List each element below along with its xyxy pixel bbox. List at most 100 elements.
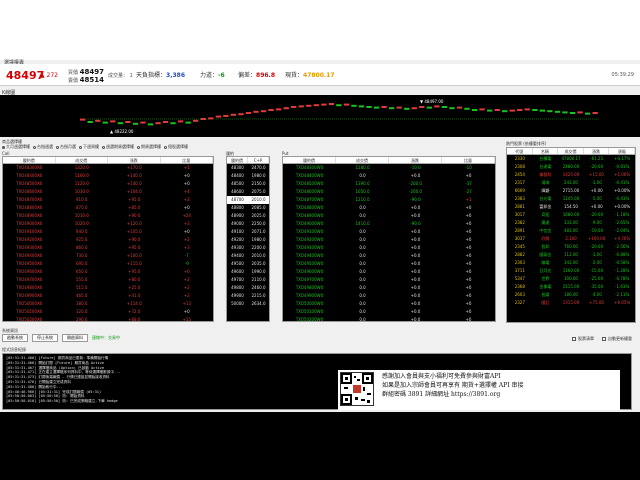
open-data-button[interactable]: 開啟資料: [62, 334, 88, 342]
table-row[interactable]: TXO48700W0 1210.0 -90.0 +1: [283, 196, 495, 204]
table-row[interactable]: 49700 2110.0: [227, 276, 269, 284]
table-row[interactable]: TXO49600W0 0.0 +0.0 +0: [283, 268, 495, 276]
filter-option-3[interactable]: 下週周權: [79, 143, 99, 151]
table-row[interactable]: TXO48600W0 1050.0 -200.0 -27: [283, 188, 495, 196]
table-row[interactable]: 49500 2035.0: [227, 260, 269, 268]
table-row[interactable]: 2382 廣達 331.00 -9.00 -2.65%: [507, 219, 635, 227]
table-row[interactable]: TXO49900X0 465.0 +41.0 +2: [3, 292, 213, 300]
table-row[interactable]: TXO50000W0 0.0 +0.0 +0: [283, 300, 495, 308]
table-row[interactable]: TXO48500X0 1120.0 +140.0 +0: [3, 180, 213, 188]
table-row[interactable]: TXO49300X0 860.0 +95.0 +3: [3, 244, 213, 252]
col-header[interactable]: 漲跌: [389, 157, 442, 163]
table-row[interactable]: 6669 緯穎 2715.00 +0.00 +0.00%: [507, 187, 635, 195]
table-row[interactable]: 48300 2470.0: [227, 164, 269, 172]
table-row[interactable]: 50000 2634.0: [227, 300, 269, 308]
table-row[interactable]: TXO48500W0 1390.0 -200.0 -37: [283, 180, 495, 188]
col-header[interactable]: 漲跌: [108, 157, 161, 163]
table-row[interactable]: TXO48800W0 0.0 +0.0 +0: [283, 204, 495, 212]
table-row[interactable]: TXO50200X0 290.0 +68.0 +15: [3, 316, 213, 321]
table-row[interactable]: TXO48900X0 1010.0 +90.0 +24: [3, 212, 213, 220]
stocks-table[interactable]: 代號 名稱 成交價 漲跌 漲幅 2330 台積電 47800.17 -61.25 +0.…: [506, 147, 636, 323]
table-row[interactable]: 49900 2215.0: [227, 292, 269, 300]
col-header[interactable]: 代號: [507, 148, 533, 154]
table-row[interactable]: TXO50100W0 0.0 +0.0 +0: [283, 308, 495, 316]
table-row[interactable]: 2368 金像電 2115.00 -35.00 -1.63%: [507, 283, 635, 291]
table-row[interactable]: TXO49300W0 0.0 +0.0 +0: [283, 244, 495, 252]
table-row[interactable]: 2303 聯電 342.00 -2.00 -0.58%: [507, 259, 635, 267]
table-row[interactable]: TXO49200W0 0.0 +0.0 +0: [283, 236, 495, 244]
col-header[interactable]: 成交價: [56, 157, 108, 163]
table-row[interactable]: TXO48300W0 1180.0 -10.0 -10: [283, 164, 495, 172]
table-row[interactable]: 48600 2075.0: [227, 188, 269, 196]
table-row[interactable]: TXO50100X0 320.0 +72.0 +0: [3, 308, 213, 316]
col-header[interactable]: 漲跌: [584, 148, 610, 154]
table-row[interactable]: 5347 世界 300.00 -25.00 -0.78%: [507, 275, 635, 283]
col-header[interactable]: 成交價: [336, 157, 389, 163]
table-row[interactable]: 48400 1980.0: [227, 172, 269, 180]
table-row[interactable]: TXO49100W0 0.0 +0.0 +0: [283, 228, 495, 236]
stock-list-checkbox[interactable]: 股票清單: [572, 336, 594, 342]
table-row[interactable]: 2327 國巨 1315.00 +75.00 +6.05%: [507, 299, 635, 307]
col-header[interactable]: 履約價: [283, 157, 336, 163]
table-row[interactable]: 49400 2010.0: [227, 252, 269, 260]
table-row[interactable]: 2882 國泰金 112.00 -1.00 -0.88%: [507, 251, 635, 259]
table-row[interactable]: 2891 中信金 481.00 -10.00 -2.04%: [507, 227, 635, 235]
start-system-button[interactable]: 啟動系統: [2, 334, 28, 342]
table-row[interactable]: TXO48300X0 1320.0 +170.0 +1: [3, 164, 213, 172]
filter-option-2[interactable]: 台指月選: [56, 143, 76, 151]
filter-option-0[interactable]: 大月週選擇權: [2, 143, 30, 151]
call-table[interactable]: 履約價 成交價 漲跌 比量 TXO48300X0 1320.0 +170.0 +1 TX…: [2, 156, 214, 322]
table-row[interactable]: 49600 1990.0: [227, 268, 269, 276]
table-row[interactable]: TXO48400X0 1160.0 +140.0 +0: [3, 172, 213, 180]
table-row[interactable]: TXO49400X0 730.0 +100.0 -7: [3, 252, 213, 260]
table-row[interactable]: TXO49100X0 940.0 +105.0 +0: [3, 228, 213, 236]
table-row[interactable]: 49100 2071.0: [227, 228, 269, 236]
table-row[interactable]: 49800 2460.0: [227, 284, 269, 292]
auto-update-checkbox[interactable]: 自動更新權重: [602, 336, 632, 342]
table-row[interactable]: TXO48800X0 870.0 +85.0 +0: [3, 204, 213, 212]
table-row[interactable]: TXO49200X0 925.0 +90.0 +2: [3, 236, 213, 244]
stop-system-button[interactable]: 停止系統: [32, 334, 58, 342]
col-header[interactable]: 履約價: [3, 157, 56, 163]
col-header[interactable]: 名稱: [533, 148, 559, 154]
col-header[interactable]: 比量: [161, 157, 213, 163]
table-row[interactable]: 2330 台積電 47800.17 -61.25 +0.17%: [507, 155, 635, 163]
table-row[interactable]: TXO49400W0 0.0 +0.0 +0: [283, 252, 495, 260]
table-row[interactable]: 2881 富邦金 154.50 +0.00 +0.00%: [507, 203, 635, 211]
table-row[interactable]: TXO49500X0 695.0 +115.0 -9: [3, 260, 213, 268]
table-row[interactable]: TXO49000X0 1020.0 +120.0 +3: [3, 220, 213, 228]
col-header[interactable]: C+P: [248, 157, 269, 163]
table-row[interactable]: 48500 2150.0: [227, 180, 269, 188]
col-header[interactable]: 比量: [442, 157, 495, 163]
table-row[interactable]: 3017 奇鋐 1680.00 -20.00 -1.18%: [507, 211, 635, 219]
table-row[interactable]: TXO48700X0 910.0 +95.0 +2: [3, 196, 213, 204]
price-chart[interactable]: ▼ 48497.00 ▲ 48222.00: [0, 95, 640, 137]
table-row[interactable]: 48700 2010.0: [227, 196, 269, 204]
filter-option-6[interactable]: 個股選擇權: [164, 143, 188, 151]
filter-option-5[interactable]: 期貨選擇權: [137, 143, 161, 151]
table-row[interactable]: TXO49000W0 1410.0 -90.0 +0: [283, 220, 495, 228]
table-row[interactable]: 48800 2085.0: [227, 204, 269, 212]
table-row[interactable]: TXO49900W0 0.0 +0.0 +0: [283, 292, 495, 300]
table-row[interactable]: 2308 台達電 2480.00 -20.00 -0.81%: [507, 163, 635, 171]
table-row[interactable]: TXO49500W0 0.0 +0.0 +0: [283, 260, 495, 268]
table-row[interactable]: TXO50200W0 0.0 +0.0 +0: [283, 316, 495, 321]
col-header[interactable]: 漲幅: [609, 148, 635, 154]
table-row[interactable]: 2317 鴻海 241.00 -1.00 -0.41%: [507, 179, 635, 187]
filter-option-4[interactable]: 週選期貨選擇權: [102, 143, 134, 151]
table-row[interactable]: TXO49700W0 0.0 +0.0 +0: [283, 276, 495, 284]
table-row[interactable]: 3711 日月光 1160.00 -15.00 -1.28%: [507, 267, 635, 275]
table-row[interactable]: TXO49800W0 0.0 +0.0 +0: [283, 284, 495, 292]
table-row[interactable]: 2383 台光電 1145.00 -5.00 -0.43%: [507, 195, 635, 203]
table-row[interactable]: TXO48400W0 0.0 +0.0 +0: [283, 172, 495, 180]
put-table[interactable]: 履約價 成交價 漲跌 比量 TXO48300W0 1180.0 -10.0 -10 TX…: [282, 156, 496, 322]
table-row[interactable]: 49000 2250.0: [227, 220, 269, 228]
strike-table[interactable]: 履約價 C+P 48300 2470.0 48400 1980.0 48500 2150.…: [226, 156, 270, 322]
col-header[interactable]: 成交價: [558, 148, 584, 154]
table-row[interactable]: 3037 欣興 2.100 +100.00 +4.76%: [507, 235, 635, 243]
table-row[interactable]: TXO50000X0 380.0 +114.0 +13: [3, 300, 213, 308]
table-row[interactable]: 49200 1980.0: [227, 236, 269, 244]
table-row[interactable]: TXO48600X0 1030.0 +104.0 +4: [3, 188, 213, 196]
table-row[interactable]: TXO49600X0 650.0 +95.0 +6: [3, 268, 213, 276]
table-row[interactable]: 48900 2025.0: [227, 212, 269, 220]
